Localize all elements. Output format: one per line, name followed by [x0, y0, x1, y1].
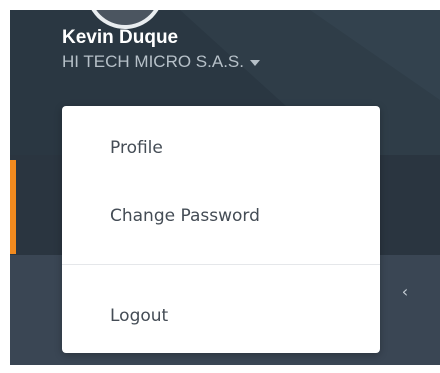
company-dropdown-toggle[interactable]: HI TECH MICRO S.A.S.	[62, 52, 260, 72]
user-dropdown-menu: Profile Change Password Logout	[62, 106, 380, 353]
user-name: Kevin Duque	[62, 27, 179, 48]
caret-down-icon	[250, 59, 260, 66]
company-name: HI TECH MICRO S.A.S.	[62, 52, 244, 71]
chevron-left-icon[interactable]: ‹	[396, 278, 414, 306]
menu-item-logout[interactable]: Logout	[62, 286, 380, 346]
menu-divider	[62, 264, 380, 265]
menu-item-change-password[interactable]: Change Password	[62, 186, 380, 246]
active-indicator-bar	[10, 160, 16, 254]
app-frame: Kevin Duque HI TECH MICRO S.A.S. ‹ Profi…	[0, 0, 440, 373]
menu-item-profile[interactable]: Profile	[62, 118, 380, 178]
